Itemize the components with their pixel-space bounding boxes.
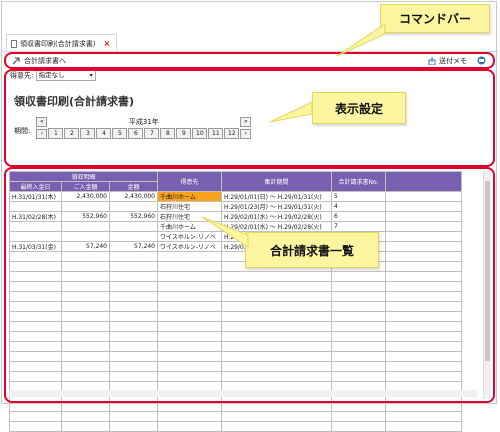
table-cell (157, 411, 222, 422)
invoice-list-highlight (4, 167, 495, 403)
close-icon[interactable]: × (103, 39, 110, 48)
callout-pointer (336, 23, 386, 57)
callout-command-bar: コマンドバー (380, 4, 490, 33)
document-icon (11, 39, 17, 48)
callout-pointer (201, 216, 249, 248)
table-cell (157, 421, 222, 432)
table-cell (109, 421, 158, 432)
table-cell (61, 411, 110, 422)
callout-pointer (269, 101, 313, 123)
table-cell (385, 411, 462, 422)
callout-display-settings: 表示設定 (312, 92, 406, 124)
table-row-empty (9, 421, 462, 432)
table-cell (109, 411, 158, 422)
table-cell (9, 411, 62, 422)
table-cell (331, 421, 386, 432)
table-cell (221, 421, 332, 432)
table-cell (61, 421, 110, 432)
table-cell (221, 411, 332, 422)
table-cell (331, 411, 386, 422)
tab-title: 領収書印刷(合計請求書) (20, 39, 96, 48)
table-row-empty (9, 411, 462, 422)
table-cell (385, 421, 462, 432)
command-bar-highlight (4, 52, 495, 69)
tab-receipt-print[interactable]: 領収書印刷(合計請求書) × (6, 34, 118, 52)
callout-invoice-list: 合計請求書一覧 (245, 232, 379, 268)
table-cell (9, 421, 62, 432)
display-settings-highlight (4, 69, 495, 167)
